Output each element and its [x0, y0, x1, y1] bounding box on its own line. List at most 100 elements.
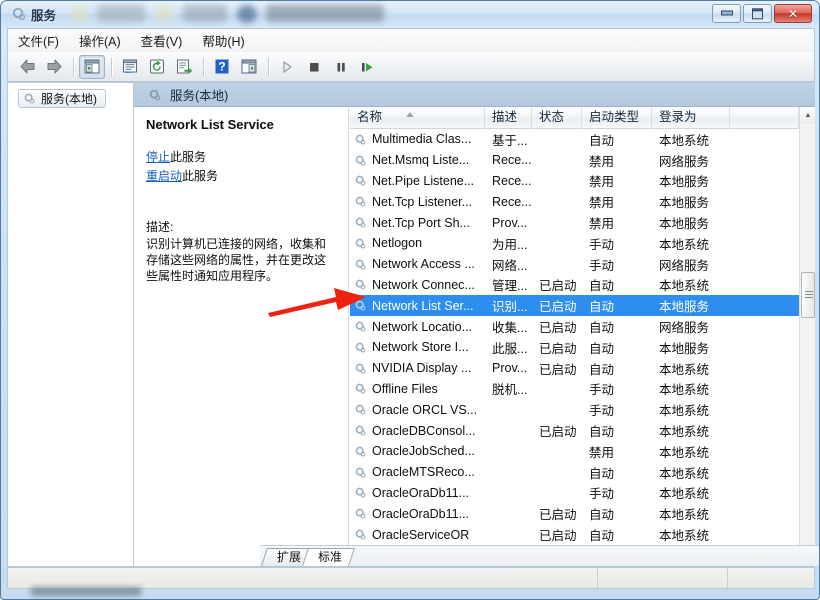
tree-node-label: 服务(本地): [41, 92, 97, 106]
refresh-icon: [150, 59, 164, 74]
description-text: 识别计算机已连接的网络，收集和存储这些网络的属性，并在更改这些属性时通知应用程序…: [146, 237, 327, 283]
start-service-button[interactable]: [274, 55, 300, 79]
table-row[interactable]: NVIDIA Display ... Prov... 已启动 自动 本地系统: [350, 358, 799, 379]
stop-service-button[interactable]: [301, 55, 327, 79]
menu-help[interactable]: 帮助(H): [192, 28, 254, 53]
service-startup-cell: 自动: [589, 425, 615, 440]
gear-icon: [12, 7, 26, 21]
service-description-cell: Rece...: [492, 153, 532, 168]
service-description-cell: 收集...: [492, 321, 528, 336]
table-row[interactable]: Net.Msmq Liste... Rece... 禁用 网络服务: [350, 150, 799, 171]
back-button[interactable]: [14, 55, 40, 79]
table-row[interactable]: OracleMTSReco... 自动 本地系统: [350, 462, 799, 483]
table-row[interactable]: Offline Files 脱机... 手动 本地系统: [350, 379, 799, 400]
menu-action[interactable]: 操作(A): [69, 28, 131, 53]
properties-button[interactable]: [117, 55, 143, 79]
forward-button[interactable]: [41, 55, 67, 79]
tree-node-services-local[interactable]: 服务(本地): [18, 89, 106, 108]
service-name-label: Offline Files: [372, 381, 438, 396]
service-name-label: Net.Pipe Listene...: [372, 173, 475, 188]
column-description[interactable]: 描述: [485, 107, 532, 129]
service-name-cell: OracleJobSched...: [350, 444, 485, 458]
tab-standard[interactable]: 标准: [302, 548, 355, 566]
status-main-panel: [8, 568, 598, 588]
table-row[interactable]: Network Locatio... 收集... 已启动 自动 网络服务: [350, 316, 799, 337]
scroll-up-arrow[interactable]: ▲: [800, 107, 815, 124]
menu-file[interactable]: 文件(F): [8, 28, 69, 53]
title-bar: 服务 ✕: [1, 1, 819, 27]
table-row[interactable]: Network Connec... 管理... 已启动 自动 本地系统: [350, 275, 799, 296]
titlebar-artifact: [71, 5, 87, 22]
help-button[interactable]: ?: [209, 55, 235, 79]
service-name-cell: OracleMTSReco...: [350, 465, 485, 479]
table-row[interactable]: Netlogon 为用... 手动 本地系统: [350, 233, 799, 254]
table-row[interactable]: Network Store I... 此服... 已启动 自动 本地服务: [350, 337, 799, 358]
service-logon-cell: 本地系统: [659, 279, 710, 294]
service-logon-cell: 本地系统: [659, 466, 710, 481]
table-row[interactable]: Net.Pipe Listene... Rece... 禁用 本地服务: [350, 171, 799, 192]
titlebar-artifact: [97, 5, 145, 22]
scrollbar-thumb[interactable]: [801, 272, 815, 318]
close-icon: ✕: [787, 6, 799, 21]
column-name[interactable]: 名称: [350, 107, 485, 129]
service-description-cell: Prov...: [492, 361, 528, 376]
minimize-button[interactable]: [712, 4, 741, 23]
service-description-cell: Prov...: [492, 215, 528, 230]
show-hide-console-tree-button[interactable]: [79, 54, 105, 79]
service-status-cell: 已启动: [539, 529, 577, 544]
restart-service-button[interactable]: [355, 55, 381, 79]
table-row[interactable]: Network List Ser... 识别... 已启动 自动 本地服务: [350, 295, 799, 317]
table-row[interactable]: OracleDBConsol... 已启动 自动 本地系统: [350, 420, 799, 441]
maximize-button[interactable]: [743, 4, 772, 23]
stop-service-icon: [310, 62, 319, 71]
close-button[interactable]: ✕: [774, 4, 812, 23]
service-logon-cell: 本地系统: [659, 362, 710, 377]
gear-icon: [355, 134, 366, 145]
table-row[interactable]: Multimedia Clas... 基于... 自动 本地系统: [350, 129, 799, 150]
service-startup-cell: 手动: [589, 237, 615, 252]
column-startup-type[interactable]: 启动类型: [582, 107, 652, 129]
show-action-pane-button[interactable]: [236, 55, 262, 79]
service-logon-cell: 本地系统: [659, 445, 710, 460]
service-name-cell: NVIDIA Display ...: [350, 361, 485, 375]
table-row[interactable]: OracleOraDb11... 手动 本地系统: [350, 483, 799, 504]
export-list-button[interactable]: [171, 55, 197, 79]
restart-service-action: 重启动此服务: [146, 167, 336, 184]
table-row[interactable]: Network Access ... 网络... 手动 网络服务: [350, 254, 799, 275]
toolbar-separator: [111, 57, 112, 76]
service-startup-cell: 自动: [589, 362, 615, 377]
export-list-icon: [177, 59, 192, 74]
restart-service-suffix: 此服务: [182, 169, 219, 183]
maximize-icon: [744, 8, 771, 19]
show-hide-tree-icon: [84, 59, 100, 74]
column-status[interactable]: 状态: [532, 107, 582, 129]
pause-service-button[interactable]: [328, 55, 354, 79]
table-row[interactable]: OracleOraDb11... 已启动 自动 本地系统: [350, 503, 799, 524]
gear-icon: [355, 488, 366, 498]
refresh-button[interactable]: [144, 55, 170, 79]
table-row[interactable]: OracleJobSched... 禁用 本地系统: [350, 441, 799, 462]
restart-service-link[interactable]: 重启动: [146, 169, 182, 183]
table-row[interactable]: Net.Tcp Port Sh... Prov... 禁用 本地服务: [350, 212, 799, 233]
table-row[interactable]: Oracle ORCL VS... 手动 本地系统: [350, 399, 799, 420]
column-filler[interactable]: [730, 107, 799, 129]
gear-icon: [355, 238, 366, 249]
stop-service-link[interactable]: 停止: [146, 150, 170, 164]
start-service-icon: [283, 60, 292, 73]
table-row[interactable]: Net.Tcp Listener... Rece... 禁用 本地服务: [350, 191, 799, 212]
menu-view[interactable]: 查看(V): [131, 28, 193, 53]
services-window: 服务 ✕ 文件(F) 操作(A) 查看(V) 帮助(H) ? 服务(本地) 服务…: [0, 0, 820, 600]
service-name-label: OracleServiceOR: [372, 527, 470, 542]
service-startup-cell: 自动: [589, 466, 615, 481]
gear-icon: [355, 176, 366, 187]
services-list: 名称描述状态启动类型登录为 Multimedia Clas...基于...自动本…: [350, 107, 815, 566]
service-logon-cell: 本地系统: [659, 404, 710, 419]
list-vertical-scrollbar[interactable]: ▲ ▼: [799, 107, 815, 566]
table-row[interactable]: OracleServiceOR 已启动 自动 本地系统: [350, 524, 799, 545]
status-mid-panel: [598, 568, 728, 588]
toolbar: ?: [7, 52, 815, 82]
column-log-on-as[interactable]: 登录为: [652, 107, 730, 129]
toolbar-separator: [73, 57, 74, 76]
service-name-label: Net.Tcp Port Sh...: [372, 215, 470, 230]
service-logon-cell: 本地服务: [659, 300, 710, 315]
